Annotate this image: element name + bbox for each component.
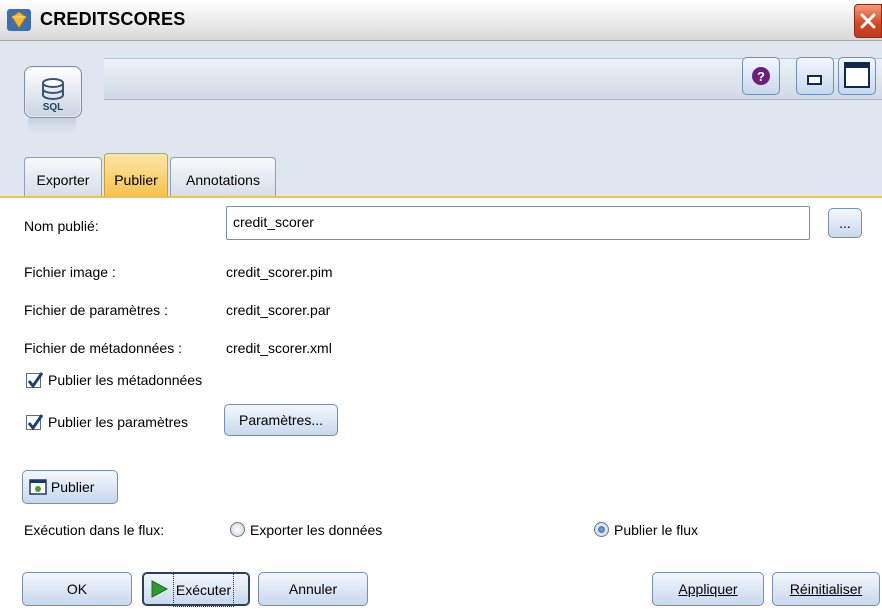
maximize-button[interactable] <box>838 57 876 95</box>
publish-params-label: Publier les paramètres <box>48 414 189 430</box>
database-sql-icon: SQL <box>24 66 82 118</box>
close-button[interactable] <box>854 4 882 38</box>
title-bar: CREDITSCORES <box>0 0 882 41</box>
meta-file-value: credit_scorer.xml <box>226 340 332 356</box>
node-header: SQL ? <box>0 41 882 153</box>
published-name-field[interactable] <box>226 206 810 240</box>
radio-export-label: Exporter les données <box>250 522 383 538</box>
checkmark-icon <box>27 414 44 431</box>
ok-button[interactable]: OK <box>22 572 132 606</box>
minimize-icon <box>807 75 822 85</box>
parameters-button-label: Paramètres... <box>238 412 324 428</box>
node-icon-text: SQL <box>43 102 64 113</box>
publish-icon <box>29 479 47 495</box>
window-title: CREDITSCORES <box>40 9 186 29</box>
node-diamond-icon <box>7 9 31 31</box>
tab-label: Publier <box>114 172 158 188</box>
radio-publish-label: Publier le flux <box>614 522 699 538</box>
published-name-input[interactable] <box>227 207 793 237</box>
execution-label: Exécution dans le flux: <box>24 522 165 538</box>
execute-button[interactable]: Exécuter <box>142 572 250 607</box>
maximize-icon <box>844 62 870 88</box>
tab-publier[interactable]: Publier <box>104 153 168 196</box>
meta-file-label: Fichier de métadonnées : <box>24 340 182 356</box>
radio-export-data[interactable] <box>230 522 245 537</box>
param-file-label: Fichier de paramètres : <box>24 302 168 318</box>
cancel-button[interactable]: Annuler <box>258 572 368 606</box>
browse-button[interactable]: ... <box>828 208 862 238</box>
svg-text:?: ? <box>757 69 765 84</box>
close-icon <box>860 13 876 29</box>
tab-bar: Exporter Publier Annotations <box>0 152 882 198</box>
browse-label: ... <box>839 215 851 231</box>
publish-metadata-label: Publier les métadonnées <box>48 372 203 388</box>
radio-publish-stream[interactable] <box>594 522 609 537</box>
publish-metadata-checkbox[interactable] <box>26 372 44 389</box>
param-file-value: credit_scorer.par <box>226 302 331 318</box>
apply-button[interactable]: Appliquer <box>652 572 764 606</box>
apply-label: Appliquer <box>678 581 738 597</box>
minimize-button[interactable] <box>796 57 834 95</box>
published-name-label: Nom publié: <box>24 218 99 234</box>
checkmark-icon <box>27 372 44 389</box>
tab-label: Exporter <box>36 172 90 188</box>
reset-label: Réinitialiser <box>789 581 863 597</box>
tab-label: Annotations <box>186 172 260 188</box>
image-file-value: credit_scorer.pim <box>226 264 333 280</box>
help-button[interactable]: ? <box>742 57 780 95</box>
tab-annotations[interactable]: Annotations <box>170 157 276 196</box>
parameters-button[interactable]: Paramètres... <box>224 404 338 436</box>
image-file-label: Fichier image : <box>24 264 116 280</box>
node-icon-wrapper: SQL <box>24 66 82 166</box>
publish-button[interactable]: Publier <box>22 470 118 504</box>
execute-label: Exécuter <box>172 573 235 607</box>
node-reflection <box>28 118 76 134</box>
ok-label: OK <box>66 581 88 597</box>
publish-params-checkbox[interactable] <box>26 414 44 431</box>
reset-button[interactable]: Réinitialiser <box>772 572 880 606</box>
help-icon: ? <box>752 67 770 85</box>
publish-button-label: Publier <box>50 479 95 495</box>
play-icon <box>151 580 169 598</box>
cancel-label: Annuler <box>288 581 338 597</box>
tab-exporter[interactable]: Exporter <box>24 157 102 196</box>
